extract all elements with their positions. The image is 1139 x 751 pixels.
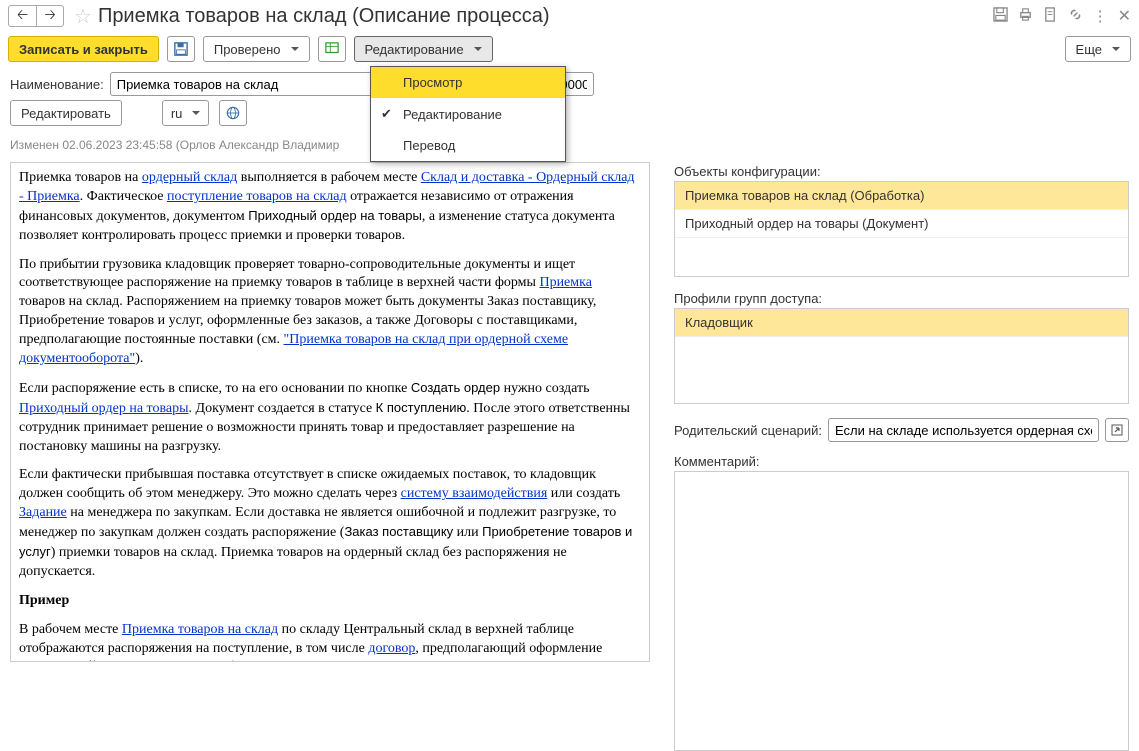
name-label: Наименование: <box>10 77 104 92</box>
edit-mode-dropdown[interactable]: Редактирование <box>354 36 493 62</box>
edit-mode-menu: Просмотр ✔ Редактирование Перевод <box>370 66 566 162</box>
save-icon[interactable] <box>993 7 1008 26</box>
menu-item-label: Редактирование <box>403 107 502 122</box>
more-dropdown[interactable]: Еще <box>1065 36 1131 62</box>
lang-dropdown[interactable]: ru <box>162 100 210 126</box>
list-item[interactable]: Приходный ордер на товары (Документ) <box>675 210 1128 238</box>
link-interaction-system[interactable]: систему взаимодействия <box>401 486 548 501</box>
link-receiving[interactable]: Приемка <box>539 275 591 290</box>
menu-item-label: Перевод <box>403 138 455 153</box>
menu-item-label: Просмотр <box>403 75 462 90</box>
parent-scenario-label: Родительский сценарий: <box>674 423 822 438</box>
comment-label: Комментарий: <box>674 454 1129 469</box>
print-icon[interactable] <box>1018 7 1033 26</box>
profiles-list: Кладовщик <box>674 308 1129 404</box>
open-parent-button[interactable] <box>1105 418 1129 442</box>
list-item[interactable]: Кладовщик <box>675 309 1128 337</box>
save-button[interactable] <box>167 36 195 62</box>
translate-button[interactable] <box>219 100 247 126</box>
link-goods-receipt[interactable]: поступление товаров на склад <box>167 189 347 204</box>
nav-forward-button[interactable]: 🡢 <box>36 5 64 27</box>
objects-label: Объекты конфигурации: <box>674 164 1129 179</box>
link-contract[interactable]: договор <box>368 641 415 656</box>
menu-item-edit[interactable]: ✔ Редактирование <box>371 98 565 130</box>
kebab-menu-icon[interactable]: ⋮ <box>1093 7 1108 25</box>
link-icon[interactable] <box>1068 7 1083 26</box>
link-task[interactable]: Задание <box>19 505 67 520</box>
check-icon: ✔ <box>381 106 395 122</box>
profiles-label: Профили групп доступа: <box>674 291 1129 306</box>
document-icon[interactable] <box>1043 7 1058 26</box>
description-content: Приемка товаров на ордерный склад выполн… <box>10 162 650 662</box>
parent-scenario-input[interactable] <box>828 418 1099 442</box>
link-order-warehouse[interactable]: ордерный склад <box>142 170 237 185</box>
list-item[interactable]: Приемка товаров на склад (Обработка) <box>675 182 1128 210</box>
checked-dropdown[interactable]: Проверено <box>203 36 310 62</box>
close-icon[interactable]: ✕ <box>1118 6 1131 26</box>
comment-textarea[interactable] <box>674 471 1129 751</box>
link-receiving-goods[interactable]: Приемка товаров на склад <box>122 622 278 637</box>
changed-meta: Изменен 02.06.2023 23:45:58 (Орлов Алекс… <box>0 132 1139 158</box>
favorite-star-icon[interactable]: ☆ <box>74 4 92 29</box>
menu-item-translate[interactable]: Перевод <box>371 130 565 161</box>
objects-list: Приемка товаров на склад (Обработка) При… <box>674 181 1129 277</box>
page-title: Приемка товаров на склад (Описание проце… <box>98 5 993 28</box>
link-incoming-order[interactable]: Приходный ордер на товары <box>19 401 189 416</box>
nav-back-button[interactable]: 🡠 <box>8 5 36 27</box>
menu-item-view[interactable]: Просмотр <box>371 67 565 98</box>
grid-button[interactable] <box>318 36 346 62</box>
write-and-close-button[interactable]: Записать и закрыть <box>8 36 159 62</box>
edit-button[interactable]: Редактировать <box>10 100 122 126</box>
